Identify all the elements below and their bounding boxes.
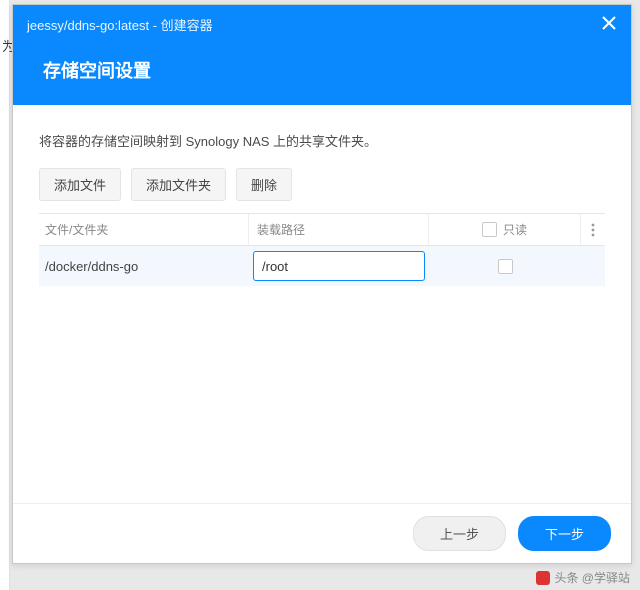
close-button[interactable]	[597, 11, 621, 35]
close-icon	[602, 16, 616, 30]
col-header-readonly: 只读	[429, 214, 581, 245]
col-header-file: 文件/文件夹	[39, 214, 249, 245]
section-title: 存储空间设置	[43, 57, 151, 83]
readonly-header-checkbox[interactable]	[482, 222, 497, 237]
watermark-icon	[536, 571, 550, 585]
volume-table: 文件/文件夹 装载路径 只读 /docker/ddns-go	[39, 213, 605, 286]
create-container-dialog: jeessy/ddns-go:latest - 创建容器 存储空间设置 将容器的…	[12, 4, 632, 564]
watermark: 头条 @学驿站	[536, 569, 630, 586]
add-folder-button[interactable]: 添加文件夹	[131, 168, 226, 201]
dialog-footer: 上一步 下一步	[13, 503, 631, 563]
more-icon	[591, 223, 595, 237]
prev-button[interactable]: 上一步	[413, 516, 506, 551]
watermark-text: 头条 @学驿站	[554, 569, 630, 586]
dialog-header: jeessy/ddns-go:latest - 创建容器 存储空间设置	[13, 5, 631, 105]
delete-button[interactable]: 删除	[236, 168, 292, 201]
col-header-mount: 装载路径	[249, 214, 429, 245]
description-text: 将容器的存储空间映射到 Synology NAS 上的共享文件夹。	[39, 131, 605, 150]
mount-path-input[interactable]	[253, 251, 425, 281]
next-button[interactable]: 下一步	[518, 516, 611, 551]
table-row[interactable]: /docker/ddns-go	[39, 246, 605, 286]
table-header: 文件/文件夹 装载路径 只读	[39, 214, 605, 246]
window-title: jeessy/ddns-go:latest - 创建容器	[27, 15, 213, 34]
add-file-button[interactable]: 添加文件	[39, 168, 121, 201]
readonly-header-label: 只读	[503, 221, 527, 238]
readonly-checkbox[interactable]	[498, 259, 513, 274]
dialog-body: 将容器的存储空间映射到 Synology NAS 上的共享文件夹。 添加文件 添…	[13, 105, 631, 503]
row-file-path: /docker/ddns-go	[39, 246, 249, 286]
toolbar: 添加文件 添加文件夹 删除	[39, 168, 605, 201]
col-header-more[interactable]	[581, 214, 605, 245]
